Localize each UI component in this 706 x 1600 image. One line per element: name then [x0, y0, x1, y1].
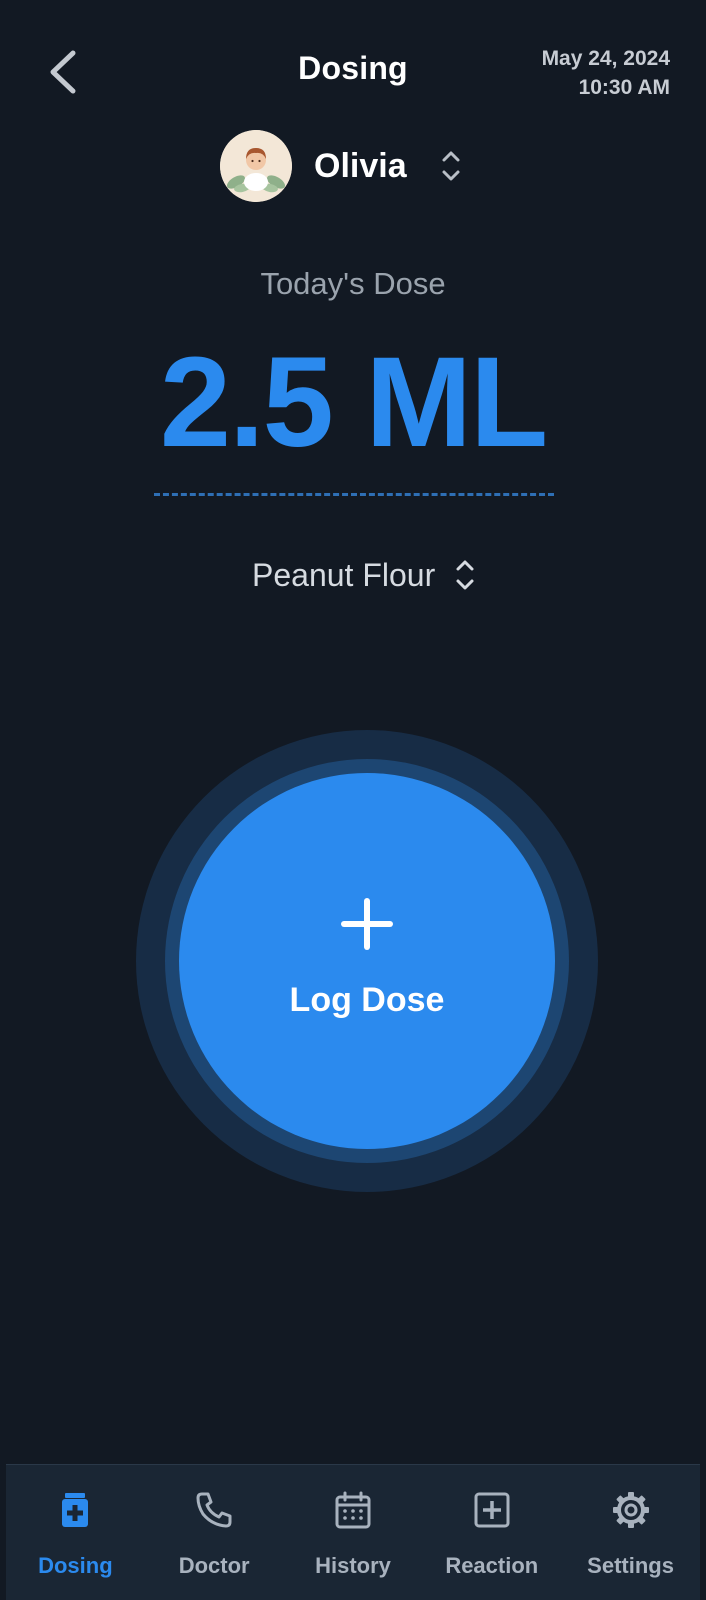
- calendar-icon: [335, 1491, 371, 1529]
- log-dose-button[interactable]: Log Dose: [179, 773, 555, 1149]
- profile-selector[interactable]: Olivia: [220, 130, 461, 202]
- nav-label-reaction: Reaction: [445, 1553, 539, 1578]
- allergen-name: Peanut Flour: [252, 556, 436, 593]
- nav-label-doctor: Doctor: [178, 1553, 250, 1578]
- gear-icon: [612, 1492, 649, 1528]
- plus-square-icon: [474, 1492, 510, 1528]
- date-time: May 24, 2024 10:30 AM: [542, 44, 670, 102]
- nav-item-history[interactable]: History: [288, 1465, 418, 1579]
- dose-value: 2.5 ML: [159, 331, 548, 474]
- dosing-screen: Dosing May 24, 2024 10:30 AM Olivia Toda…: [0, 0, 706, 1600]
- nav-label-settings: Settings: [587, 1553, 674, 1578]
- dose-label: Today's Dose: [260, 266, 446, 301]
- medicine-box-icon: [62, 1493, 89, 1527]
- nav-label-history: History: [315, 1553, 391, 1578]
- chevron-up-down-icon[interactable]: [441, 148, 461, 184]
- nav-item-dosing[interactable]: Dosing: [10, 1465, 140, 1579]
- plus-icon: [341, 897, 393, 950]
- nav-label-dosing: Dosing: [38, 1553, 113, 1578]
- bottom-nav: Dosing Doctor History Reaction Settings: [6, 1464, 700, 1600]
- phone-icon: [196, 1492, 232, 1528]
- chevron-up-down-icon[interactable]: [455, 557, 475, 593]
- nav-item-doctor[interactable]: Doctor: [149, 1465, 279, 1579]
- dose-underline: [154, 493, 554, 496]
- child-avatar-image: [220, 130, 292, 202]
- current-date: May 24, 2024: [541, 47, 670, 70]
- allergen-selector[interactable]: Peanut Flour: [252, 552, 475, 598]
- current-time: 10:30 AM: [578, 76, 670, 99]
- nav-item-settings[interactable]: Settings: [566, 1465, 696, 1579]
- nav-item-reaction[interactable]: Reaction: [427, 1465, 557, 1579]
- avatar: [220, 130, 292, 202]
- log-dose-label: Log Dose: [289, 980, 445, 1019]
- profile-name: Olivia: [314, 146, 407, 185]
